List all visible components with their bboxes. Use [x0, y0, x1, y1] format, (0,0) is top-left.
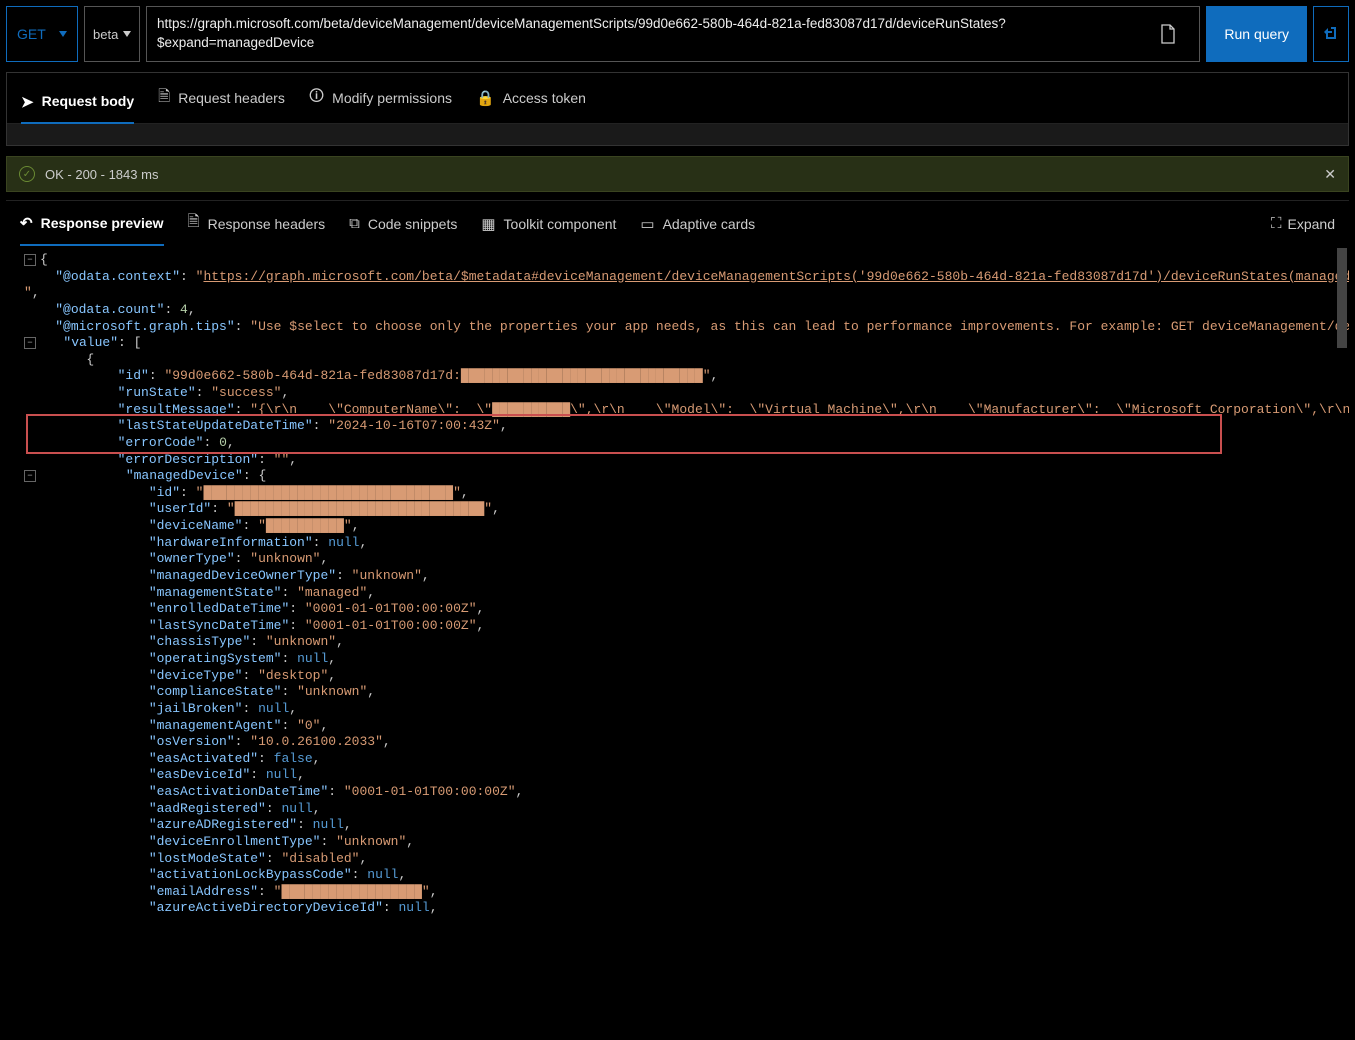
cards-icon: ▭ — [640, 215, 654, 233]
document-icon: 🗎 — [158, 86, 170, 111]
tab-request-body[interactable]: ➤ Request body — [21, 86, 134, 124]
tab-request-headers[interactable]: 🗎 Request headers — [158, 80, 285, 117]
vertical-scrollbar[interactable] — [1337, 248, 1347, 348]
expand-icon: ⛶ — [1271, 215, 1282, 232]
url-text: https://graph.microsoft.com/beta/deviceM… — [157, 15, 1147, 53]
tab-modify-permissions[interactable]: 🛈 Modify permissions — [309, 80, 452, 117]
response-json-viewer[interactable]: −{ "@odata.context": "https://graph.micr… — [6, 246, 1349, 996]
api-version-select[interactable]: beta — [84, 6, 140, 62]
response-panel: ↶ Response preview 🗎 Response headers ⧉ … — [6, 200, 1349, 996]
close-icon[interactable]: ✕ — [1324, 166, 1336, 183]
code-icon: ⧉ — [349, 215, 360, 232]
chevron-down-icon — [59, 31, 67, 37]
undo-icon: ↶ — [20, 214, 33, 232]
request-body-editor[interactable] — [7, 123, 1348, 145]
tab-response-headers[interactable]: 🗎 Response headers — [188, 211, 326, 236]
expand-button[interactable]: ⛶ Expand — [1271, 215, 1335, 232]
chevron-down-icon — [123, 31, 131, 37]
document-icon[interactable] — [1147, 24, 1189, 44]
send-icon: ➤ — [21, 93, 34, 111]
document-icon: 🗎 — [188, 211, 200, 236]
tab-adaptive-cards[interactable]: ▭ Adaptive cards — [640, 215, 755, 233]
url-input[interactable]: https://graph.microsoft.com/beta/deviceM… — [146, 6, 1200, 62]
status-bar: ✓ OK - 200 - 1843 ms ✕ — [6, 156, 1349, 192]
share-button[interactable] — [1313, 6, 1349, 62]
success-icon: ✓ — [19, 166, 35, 182]
tab-toolkit-component[interactable]: ▦ Toolkit component — [481, 215, 616, 233]
run-query-label: Run query — [1224, 26, 1289, 42]
tab-response-preview[interactable]: ↶ Response preview — [20, 214, 164, 246]
api-version-label: beta — [93, 27, 118, 42]
http-method-select[interactable]: GET — [6, 6, 78, 62]
status-text: OK - 200 - 1843 ms — [45, 167, 158, 182]
toolkit-icon: ▦ — [481, 215, 495, 233]
key-icon: 🛈 — [309, 86, 324, 111]
lock-icon: 🔒 — [476, 89, 495, 107]
tab-access-token[interactable]: 🔒 Access token — [476, 83, 586, 113]
run-query-button[interactable]: Run query — [1206, 6, 1307, 62]
http-method-label: GET — [17, 26, 46, 42]
request-panel: ➤ Request body 🗎 Request headers 🛈 Modif… — [6, 72, 1349, 146]
tab-code-snippets[interactable]: ⧉ Code snippets — [349, 215, 457, 232]
